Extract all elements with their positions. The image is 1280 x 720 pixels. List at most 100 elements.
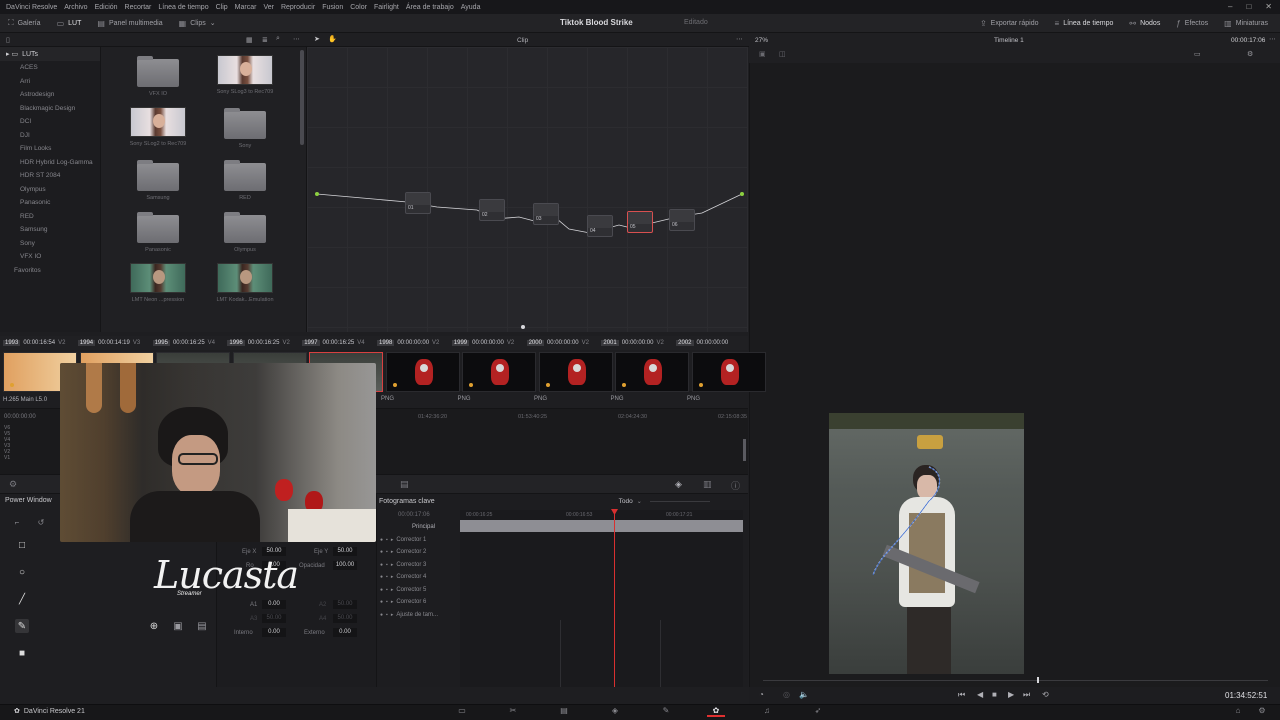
color-node[interactable]: 05 [627,211,653,233]
keyframe-zoom-slider[interactable] [649,501,710,502]
menu-item-clip[interactable]: Clip [216,4,228,11]
keyframe-row[interactable]: Principal [376,521,460,534]
viewer-tools-icon[interactable]: ⚙ [1247,50,1253,58]
lut-thumbnail[interactable]: Olympus [210,211,280,253]
layer-tool-icon[interactable]: ▤ [195,619,209,633]
menu-item-linea[interactable]: Línea de tiempo [158,4,208,11]
lut-button[interactable]: ▭ LUT [49,19,90,28]
lut-thumbnail[interactable]: LMT Kodak...Emulation [210,263,280,303]
keyframe-track-area[interactable] [460,510,743,687]
stop-icon[interactable]: ■ [992,690,997,699]
nodos-button[interactable]: ⚯ Nodos [1121,19,1168,28]
window-shape-icon[interactable]: ⌐ [10,515,24,529]
clip-header-item[interactable]: 1996 00:00:16:25 V2 [224,340,299,346]
clip-thumbnail[interactable] [385,352,460,392]
lut-thumbnail[interactable]: Sony [210,107,280,149]
menu-item-ver[interactable]: Ver [263,4,274,11]
grid-view-icon[interactable]: ▦ [246,36,253,44]
eye-icon[interactable]: ● [380,574,383,580]
expand-icon[interactable]: ▸ [391,587,394,593]
lut-folder-item[interactable]: HDR ST 2084 [0,169,100,183]
lut-thumbnail[interactable]: LMT Neon ...pression [123,263,193,303]
lut-thumbnail[interactable]: RED [210,159,280,201]
deliver-page-icon[interactable]: ➶ [809,706,827,717]
menu-item-archivo[interactable]: Archivo [64,4,87,11]
menu-item-reproducir[interactable]: Reproducir [281,4,315,11]
clip-header-item[interactable]: 1995 00:00:16:25 V4 [150,340,225,346]
sync-icon[interactable]: ◎ [783,690,790,699]
mini-tl-scrollbar[interactable] [743,439,746,461]
viewer-frame[interactable] [829,413,1024,674]
media-page-icon[interactable]: ▭ [453,706,471,717]
clip-thumbnail[interactable] [462,352,536,392]
zoom-level[interactable]: 27% [755,37,768,44]
lut-folder-item[interactable]: ACES [0,61,100,75]
keyframe-row[interactable]: ● ▪ ▸ Corrector 5 [376,584,460,597]
loop-mode-icon[interactable]: ◔ [759,690,764,699]
viewer-split-icon[interactable]: ◫ [779,50,786,58]
expand-icon[interactable]: ▸ [391,537,394,543]
curve-window-icon[interactable]: ✎ [15,619,29,633]
play-icon[interactable]: ▶ [1008,690,1014,699]
color-page-icon-alt[interactable]: ✎ [657,706,675,717]
color-node[interactable]: 02 [479,199,505,221]
fairlight-page-icon[interactable]: ♫ [758,706,776,717]
color-wheels-icon[interactable]: ⚙ [9,479,17,490]
home-icon[interactable]: ⌂ [1229,706,1247,717]
a4-field[interactable]: 50.00 [333,614,357,623]
go-to-end-icon[interactable]: ⏭ [1023,690,1030,700]
color-node[interactable]: 06 [669,209,695,231]
lut-thumbnail[interactable]: Sony SLog3 to Rec709 [210,55,280,95]
viewer-layout-icon[interactable]: ▣ [759,50,766,58]
eye-icon[interactable]: ● [380,599,383,605]
externo-field[interactable]: 0.00 [333,628,357,637]
node-editor[interactable]: 01 02 03 04 05 06 [306,47,748,332]
lut-folder-item[interactable]: Olympus [0,183,100,197]
lut-folder-item[interactable]: DCI [0,115,100,129]
go-to-start-icon[interactable]: ⏮ [958,690,965,700]
clips-button[interactable]: ▦ Clips ⌄ [171,19,224,28]
efectos-button[interactable]: ƒ Efectos [1168,19,1216,28]
menu-item-fairlight[interactable]: Fairlight [374,4,399,11]
linear-window-icon[interactable]: □ [15,538,29,552]
lut-folder-item[interactable]: Astrodesign [0,88,100,102]
a1-field[interactable]: 0.00 [262,600,286,609]
eye-icon[interactable]: ● [380,612,383,618]
menu-item-marcar[interactable]: Marcar [235,4,257,11]
menu-item-ayuda[interactable]: Ayuda [461,4,481,11]
playhead[interactable] [614,510,615,687]
scrub-bar[interactable] [763,680,1268,681]
gradient-window-icon[interactable]: ■ [15,646,29,660]
keyframe-row[interactable]: ● ▪ ▸ Corrector 6 [376,596,460,609]
expand-icon[interactable]: ▸ [391,549,394,555]
lut-grid-scrollbar[interactable] [300,50,304,145]
lut-folder-item[interactable]: RED [0,210,100,224]
fusion-page-icon[interactable]: ◈ [606,706,624,717]
hand-icon[interactable]: ✋ [328,35,337,43]
lock-icon[interactable]: ▪ [386,612,388,618]
lut-folder-item[interactable]: Arri [0,75,100,89]
lock-icon[interactable]: ▪ [386,537,388,543]
power-window-outline[interactable] [859,461,959,591]
volume-icon[interactable]: 🔈 [799,690,809,699]
edit-page-icon[interactable]: ▤ [555,706,573,717]
menu-item-area[interactable]: Área de trabajo [406,4,454,11]
color-node[interactable]: 01 [405,192,431,214]
keyframes-icon[interactable]: ◈ [675,479,682,490]
lock-icon[interactable]: ▪ [386,574,388,580]
search-icon[interactable]: ⌕ [276,35,280,43]
exportar-rapido-button[interactable]: ⇪ Exportar rápido [972,19,1047,28]
clip-header-item[interactable]: 1997 00:00:16:25 V4 [299,340,374,346]
menu-item-app[interactable]: DaVinci Resolve [6,4,57,11]
interno-field[interactable]: 0.00 [262,628,286,637]
clip-thumbnail[interactable] [615,352,689,392]
info-icon[interactable]: ⓘ [731,479,740,492]
lut-thumbnail[interactable]: Sony SLog2 to Rec709 [123,107,193,147]
cut-page-icon[interactable]: ✂ [504,706,522,717]
lut-thumbnail[interactable]: VFX IO [123,55,193,97]
expand-icon[interactable]: ▸ [391,562,394,568]
clip-header-item[interactable]: 2000 00:00:00:00 V2 [524,340,599,346]
galeria-button[interactable]: ⛶ Galería [0,18,49,28]
clip-header-item[interactable]: 1999 00:00:00:00 V2 [449,340,524,346]
menu-item-recortar[interactable]: Recortar [125,4,152,11]
